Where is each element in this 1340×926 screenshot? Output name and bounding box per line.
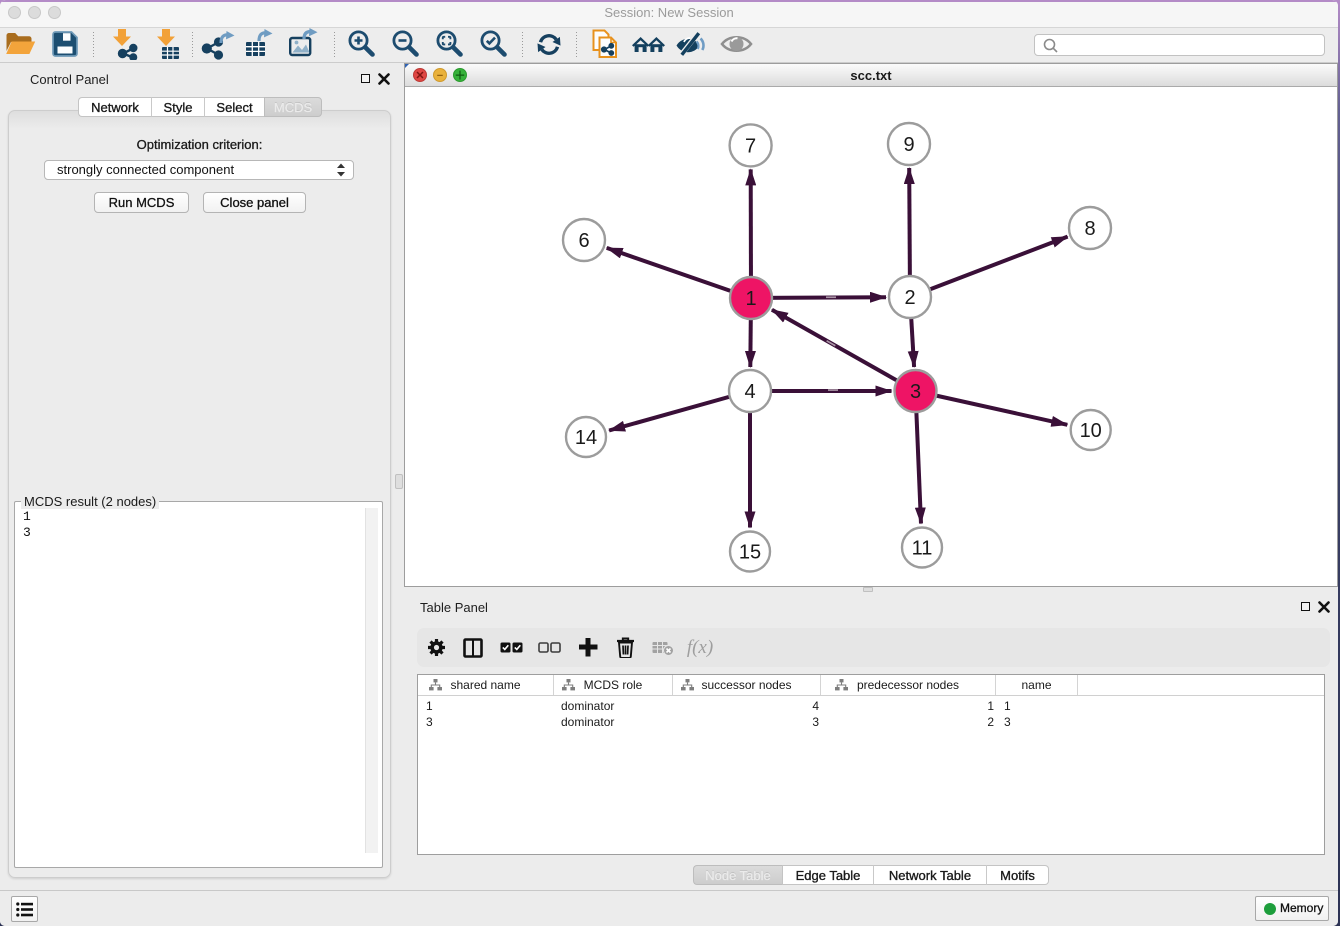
svg-text:3: 3 [910,381,921,403]
svg-text:15: 15 [739,542,761,564]
svg-text:6: 6 [578,230,589,252]
svg-text:7: 7 [745,135,756,157]
svg-text:11: 11 [912,538,933,560]
svg-text:4: 4 [744,381,755,403]
svg-text:8: 8 [1084,218,1095,240]
svg-text:10: 10 [1080,420,1102,442]
svg-text:1: 1 [745,288,756,310]
svg-text:2: 2 [904,287,915,309]
svg-text:9: 9 [903,134,914,156]
svg-text:14: 14 [575,427,597,449]
